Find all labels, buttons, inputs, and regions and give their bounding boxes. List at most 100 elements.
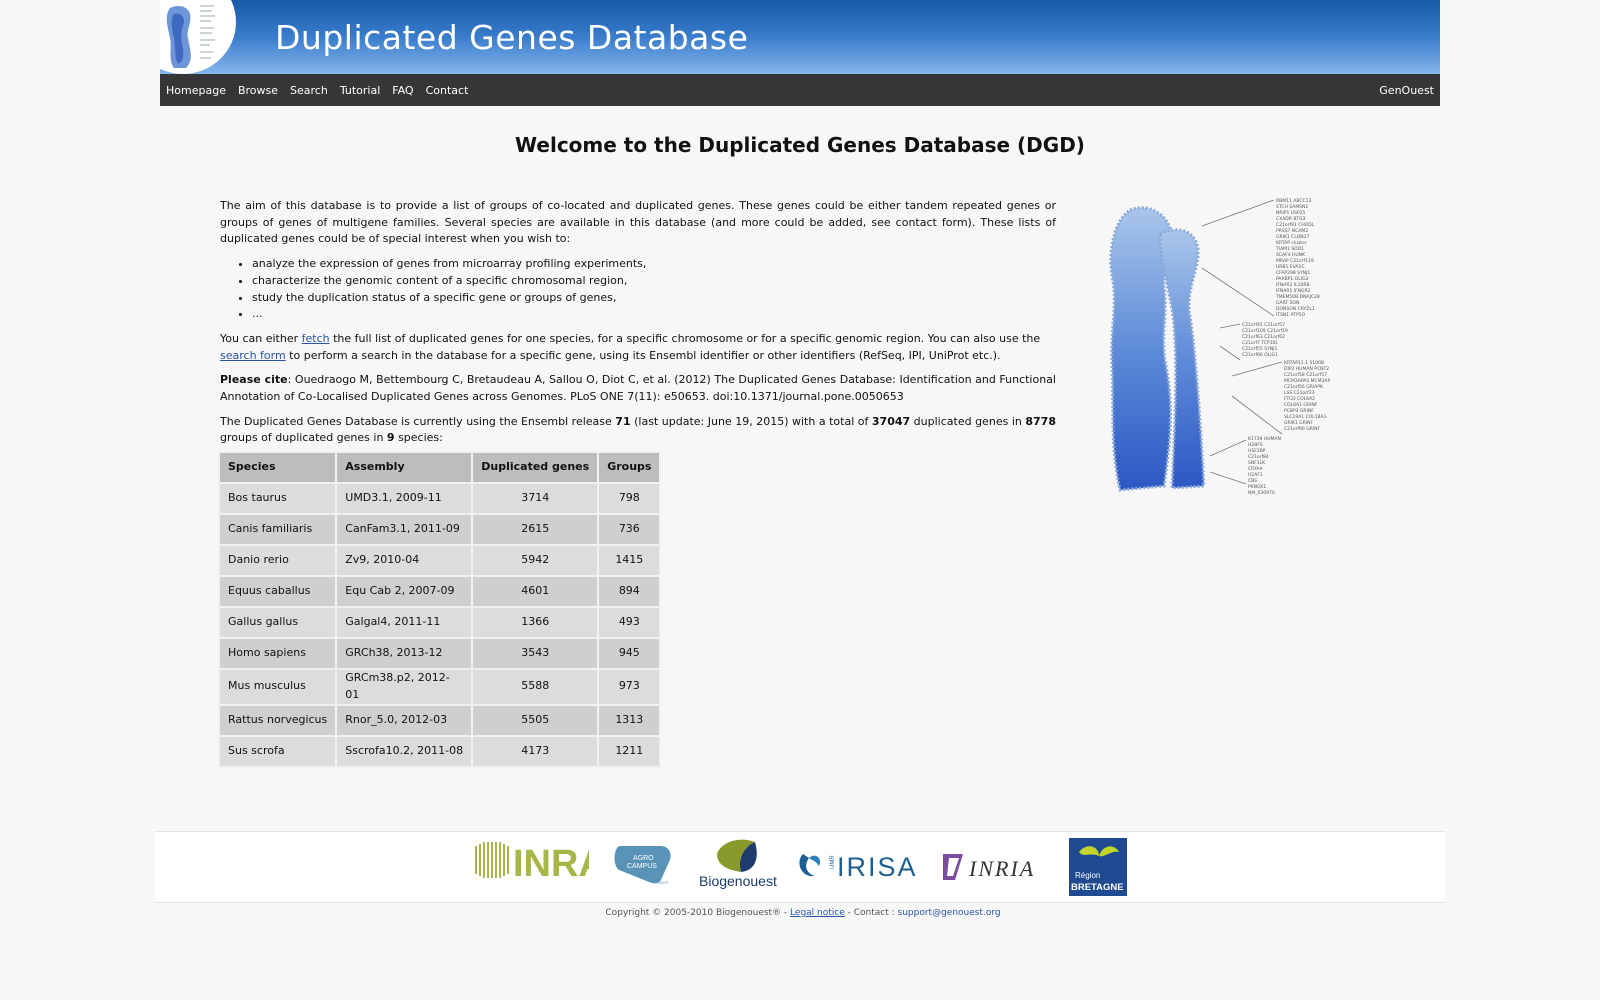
column-header-duplicated-genes: Duplicated genes (473, 453, 598, 483)
cell-assembly: GRCm38.p2, 2012-01 (337, 670, 472, 704)
svg-text:NRIP1 USP25: NRIP1 USP25 (1276, 210, 1306, 216)
cell-groups: 973 (599, 670, 660, 704)
list-item: ... (252, 306, 1056, 323)
svg-text:HSF2BP: HSF2BP (1248, 448, 1266, 454)
chromosome-illustration: RBM11 ABCC13STCH SAMSN1NRIP1 USP25 CXADR… (1109, 198, 1330, 496)
cell-species: Canis familiaris (220, 515, 336, 545)
table-row: Bos taurus UMD3.1, 2009-11 3714 798 (220, 484, 660, 514)
inria-logo-text: INRIA (968, 856, 1035, 881)
list-item: study the duplication status of a specif… (252, 290, 1056, 307)
biogenouest-logo[interactable]: Biogenouest (697, 836, 777, 896)
page-heading: Welcome to the Duplicated Genes Database… (515, 133, 1085, 157)
column-header-groups: Groups (599, 453, 660, 483)
svg-text:SCAF4 HUNK: SCAF4 HUNK (1276, 252, 1306, 258)
fetch-link[interactable]: fetch (302, 332, 330, 345)
table-row: Gallus gallus Galgal4, 2011-11 1366 493 (220, 608, 660, 638)
svg-text:C21orf66 OLIG1: C21orf66 OLIG1 (1242, 352, 1278, 358)
nav-search[interactable]: Search (290, 84, 328, 97)
cell-species: Rattus norvegicus (220, 705, 336, 735)
svg-text:C21orf109 C21orf19: C21orf109 C21orf19 (1242, 328, 1288, 334)
table-row: Mus musculus GRCm38.p2, 2012-01 5588 973 (220, 670, 660, 704)
cell-duplicated-genes: 3543 (473, 639, 598, 669)
citation-paragraph: Please cite: Ouedraogo M, Bettembourg C,… (220, 372, 1056, 405)
svg-text:U2AF1: U2AF1 (1248, 472, 1263, 478)
irisa-logo[interactable]: UMR IRISA (797, 848, 921, 884)
svg-text:PRSS7 NCAM2: PRSS7 NCAM2 (1276, 228, 1308, 234)
nav-faq[interactable]: FAQ (392, 84, 413, 97)
nav-tutorial[interactable]: Tutorial (340, 84, 380, 97)
cell-duplicated-genes: 2615 (473, 515, 598, 545)
support-email-link[interactable]: support@genouest.org (898, 908, 1001, 918)
cell-groups: 1313 (599, 705, 660, 735)
svg-text:FTCD COL6A2: FTCD COL6A2 (1284, 396, 1315, 402)
svg-text:DIP2 HUMAN PCNT2: DIP2 HUMAN PCNT2 (1284, 366, 1329, 372)
svg-text:RBM11 ABCC13: RBM11 ABCC13 (1276, 198, 1311, 204)
cell-groups: 736 (599, 515, 660, 545)
cell-groups: 1415 (599, 546, 660, 576)
release-number: 71 (615, 414, 631, 428)
intro-paragraph: The aim of this database is to provide a… (220, 199, 1056, 246)
svg-text:ITSN1 ATP5O: ITSN1 ATP5O (1276, 312, 1306, 318)
svg-text:C21orf58 C21orf57: C21orf58 C21orf57 (1284, 372, 1327, 378)
species-table: Species Assembly Duplicated genes Groups… (218, 451, 662, 768)
table-row: Equus caballus Equ Cab 2, 2007-09 4601 894 (220, 577, 660, 607)
cell-groups: 798 (599, 484, 660, 514)
nav-contact[interactable]: Contact (426, 84, 469, 97)
svg-text:PCBP3 GRINF: PCBP3 GRINF (1284, 408, 1314, 414)
fetch-text: to perform a search in the database for … (285, 348, 1001, 362)
nav-genouest[interactable]: GenOuest (1379, 84, 1434, 97)
stats-text: (last update: June 19, 2015) with a tota… (630, 414, 872, 428)
svg-text:MCM3APAS MCM3AP: MCM3APAS MCM3AP (1284, 378, 1330, 384)
search-form-link[interactable]: search form (220, 349, 286, 362)
region-bretagne-logo[interactable]: Région BRETAGNE (1069, 838, 1127, 896)
svg-text:CXADR BTG3: CXADR BTG3 (1276, 216, 1306, 222)
legal-notice-link[interactable]: Legal notice (790, 908, 845, 918)
svg-text:GART SON: GART SON (1276, 300, 1299, 306)
nav-homepage[interactable]: Homepage (166, 84, 226, 97)
cell-assembly: Zv9, 2010-04 (337, 546, 472, 576)
agrocampus-logo-text: OUEST (657, 881, 670, 885)
main-content: The aim of this database is to provide a… (218, 198, 1056, 768)
cell-species: Gallus gallus (220, 608, 336, 638)
svg-text:MRAP C21orf119: MRAP C21orf119 (1276, 258, 1314, 264)
nav-browse[interactable]: Browse (238, 84, 278, 97)
svg-text:CRYAA: CRYAA (1248, 466, 1264, 472)
region-bretagne-logo-text: BRETAGNE (1071, 882, 1124, 893)
svg-text:C21orf45 C21orf57: C21orf45 C21orf57 (1242, 322, 1285, 328)
svg-text:K1739 HUMAN: K1739 HUMAN (1248, 436, 1281, 442)
cell-species: Bos taurus (220, 484, 336, 514)
cell-assembly: Rnor_5.0, 2012-03 (337, 705, 472, 735)
cell-duplicated-genes: 4173 (473, 736, 598, 766)
partners-strip: INRA AGRO CAMPUS OUEST Biogenouest UMR I… (155, 831, 1445, 903)
svg-text:C21orf56 GRIAPK: C21orf56 GRIAPK (1284, 384, 1324, 390)
stats-text: species: (394, 431, 443, 445)
cell-assembly: Galgal4, 2011-11 (337, 608, 472, 638)
table-row: Homo sapiens GRCh38, 2013-12 3543 945 (220, 639, 660, 669)
svg-text:GRIK1 CLDN17: GRIK1 CLDN17 (1276, 234, 1310, 240)
cell-duplicated-genes: 5942 (473, 546, 598, 576)
gene-labels-decoration (200, 5, 215, 59)
irisa-logo-text: IRISA (837, 852, 918, 882)
svg-text:C21orf7 TCP10L: C21orf7 TCP10L (1242, 340, 1278, 346)
biogenouest-logo-text: Biogenouest (699, 873, 777, 889)
svg-text:C21orf63 C21orf62: C21orf63 C21orf62 (1242, 334, 1285, 340)
header-banner: Duplicated Genes Database (160, 0, 1440, 74)
svg-text:LSS C21orf33: LSS C21orf33 (1284, 390, 1315, 396)
list-item: analyze the expression of genes from mic… (252, 256, 1056, 273)
cell-groups: 894 (599, 577, 660, 607)
agrocampus-logo[interactable]: AGRO CAMPUS OUEST (613, 842, 677, 888)
fetch-paragraph: You can either fetch the full list of du… (220, 331, 1056, 364)
table-row: Sus scrofa Sscrofa10.2, 2011-08 4173 1211 (220, 736, 660, 766)
svg-text:C21orf90 GRINF: C21orf90 GRINF (1284, 426, 1321, 432)
chromosome-logo-icon[interactable] (164, 4, 196, 70)
svg-text:URB1 EVA1C: URB1 EVA1C (1276, 264, 1305, 270)
table-row: Rattus norvegicus Rnor_5.0, 2012-03 5505 13… (220, 705, 660, 735)
cell-species: Equus caballus (220, 577, 336, 607)
page-footer: Copyright © 2005-2010 Biogenouest® - Leg… (0, 908, 1600, 918)
cell-species: Sus scrofa (220, 736, 336, 766)
cell-assembly: GRCh38, 2013-12 (337, 639, 472, 669)
inra-logo[interactable]: INRA (473, 840, 589, 880)
inria-logo[interactable]: INRIA (941, 850, 1049, 884)
svg-text:STCH SAMSN1: STCH SAMSN1 (1276, 204, 1308, 210)
svg-text:GRIK1 GRINF: GRIK1 GRINF (1284, 420, 1313, 426)
